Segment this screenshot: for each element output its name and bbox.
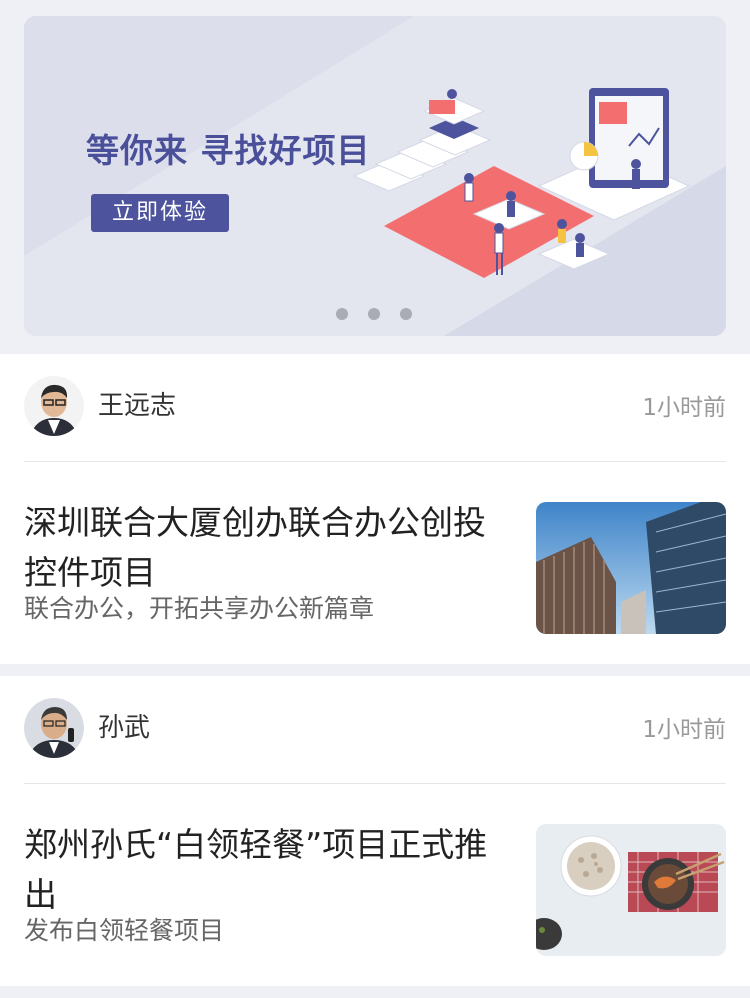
post-title: 郑州孙氏“白领轻餐”项目正式推出 xyxy=(24,825,488,914)
try-now-button[interactable]: 立即体验 xyxy=(91,194,229,232)
avatar[interactable] xyxy=(24,376,84,436)
avatar[interactable] xyxy=(24,698,84,758)
card-content[interactable]: 郑州孙氏“白领轻餐”项目正式推出 发布白领轻餐项目 xyxy=(24,784,726,986)
author-name[interactable]: 孙武 xyxy=(98,710,150,746)
skyscraper-photo xyxy=(536,502,726,634)
card-header: 孙武 1小时前 xyxy=(24,676,726,784)
app-page: 等你来 寻找好项目 立即体验 王远志 1小时前 深圳联合大厦创办联合办公创投控件… xyxy=(0,0,750,998)
post-subtitle: 联合办公，开拓共享办公新篇章 xyxy=(24,594,375,623)
carousel-dot[interactable] xyxy=(368,308,380,320)
card-header: 王远志 1小时前 xyxy=(24,354,726,462)
post-title: 深圳联合大厦创办联合办公创投控件项目 xyxy=(24,503,486,592)
carousel-dots xyxy=(336,308,412,320)
carousel-dot[interactable] xyxy=(336,308,348,320)
banner-title: 等你来 寻找好项目 xyxy=(86,131,371,170)
post-time: 1小时前 xyxy=(642,395,726,421)
promo-banner[interactable]: 等你来 寻找好项目 立即体验 xyxy=(24,16,726,336)
carousel-dot[interactable] xyxy=(400,308,412,320)
post-time: 1小时前 xyxy=(642,717,726,743)
feed-card: 王远志 1小时前 深圳联合大厦创办联合办公创投控件项目 联合办公，开拓共享办公新… xyxy=(0,354,750,664)
author-name[interactable]: 王远志 xyxy=(98,388,176,424)
food-photo xyxy=(536,824,726,956)
banner-section: 等你来 寻找好项目 立即体验 xyxy=(0,0,750,354)
post-subtitle: 发布白领轻餐项目 xyxy=(24,916,225,945)
feed-card: 孙武 1小时前 郑州孙氏“白领轻餐”项目正式推出 发布白领轻餐项目 xyxy=(0,676,750,986)
card-content[interactable]: 深圳联合大厦创办联合办公创投控件项目 联合办公，开拓共享办公新篇章 xyxy=(24,462,726,664)
banner-illustration xyxy=(24,16,726,336)
